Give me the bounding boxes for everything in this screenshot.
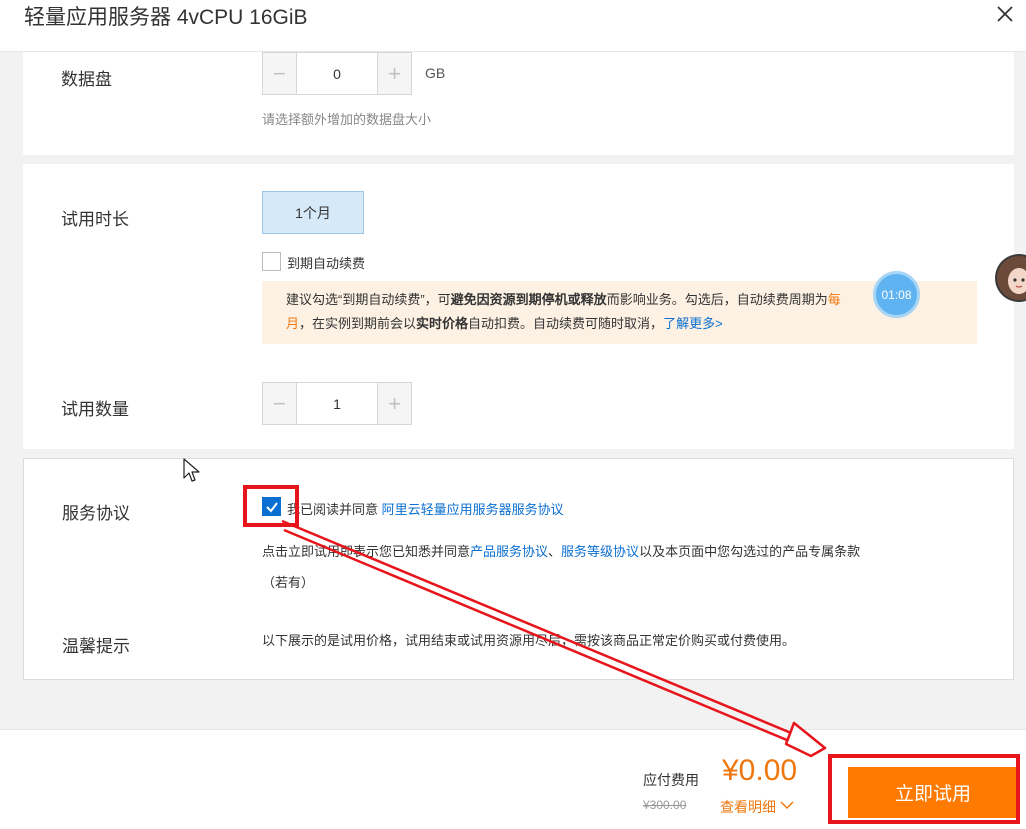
plus-icon[interactable]: + <box>377 383 411 424</box>
terms-text: 以及本页面中您勾选过的产品专属条款 <box>639 544 861 559</box>
data-disk-stepper: − + <box>262 52 412 95</box>
notice-bold: 避免因资源到期停机或释放 <box>450 292 607 307</box>
notice-text: 自动扣费。自动续费可随时取消， <box>468 316 664 331</box>
minus-icon[interactable]: − <box>263 53 297 94</box>
auto-renew-label: 到期自动续费 <box>287 256 366 271</box>
agreement-section: 服务协议 我已阅读并同意 阿里云轻量应用服务器服务协议 点击立即试用即表示您已知… <box>23 458 1014 680</box>
tips-label: 温馨提示 <box>62 637 130 656</box>
dialog-header: 轻量应用服务器 4vCPU 16GiB <box>0 0 1026 52</box>
duration-option-button[interactable]: 1个月 <box>262 191 364 234</box>
plus-icon[interactable]: + <box>377 53 411 94</box>
notice-text: 而影响业务。勾选后，自动续费周期为 <box>606 292 828 307</box>
agreement-checkbox[interactable] <box>262 497 281 516</box>
trial-section: 试用时长 1个月 到期自动续费 建议勾选“到期自动续费”，可避免因资源到期停机或… <box>23 164 1014 449</box>
notice-text: ，在实例到期前会以 <box>299 316 417 331</box>
notice-text: 建议勾选“到期自动续费”，可 <box>286 292 451 307</box>
terms-text: 点击立即试用即表示您已知悉并同意 <box>262 544 471 559</box>
view-details-label: 查看明细 <box>720 799 776 815</box>
agreement-check-text: 我已阅读并同意 <box>287 502 379 517</box>
auto-renew-notice: 建议勾选“到期自动续费”，可避免因资源到期停机或释放而影响业务。勾选后，自动续费… <box>262 281 977 344</box>
product-agreement-link[interactable]: 产品服务协议 <box>470 544 548 559</box>
auto-renew-checkbox[interactable] <box>262 252 281 271</box>
timer-badge: 01:08 <box>873 271 920 318</box>
data-disk-hint: 请选择额外增加的数据盘大小 <box>262 112 432 127</box>
tips-text: 以下展示的是试用价格，试用结束或试用资源用尽后，需按该商品正常定价购买或付费使用… <box>262 633 796 648</box>
data-disk-unit: GB <box>425 65 446 81</box>
price-value: ¥0.00 <box>722 754 798 787</box>
data-disk-section: 数据盘 − + GB 请选择额外增加的数据盘大小 <box>23 52 1014 155</box>
terms-note: （若有） <box>262 575 315 590</box>
data-disk-label: 数据盘 <box>61 70 112 89</box>
learn-more-link[interactable]: 了解更多> <box>663 316 723 331</box>
agreement-label: 服务协议 <box>62 504 130 523</box>
view-details-link[interactable]: 查看明细 <box>720 797 794 817</box>
trial-duration-label: 试用时长 <box>61 210 129 229</box>
terms-text: 、 <box>548 544 562 559</box>
mouse-cursor-icon <box>183 458 200 482</box>
trial-quantity-input[interactable] <box>297 383 377 424</box>
start-trial-button[interactable]: 立即试用 <box>848 767 1018 818</box>
check-icon <box>265 501 278 513</box>
terms-line: 点击立即试用即表示您已知悉并同意产品服务协议、服务等级协议以及本页面中您勾选过的… <box>262 541 860 560</box>
dialog-title: 轻量应用服务器 4vCPU 16GiB <box>24 6 308 29</box>
purchase-footer: 应付费用 ¥0.00 ¥300.00 查看明细 立即试用 <box>0 729 1026 829</box>
agreement-text: 我已阅读并同意 阿里云轻量应用服务器服务协议 <box>287 499 564 518</box>
data-disk-input[interactable] <box>297 53 377 94</box>
trial-quantity-label: 试用数量 <box>61 400 129 419</box>
original-price: ¥300.00 <box>643 798 687 812</box>
notice-period: 每 <box>827 292 841 307</box>
close-icon[interactable] <box>996 5 1014 23</box>
chevron-down-icon <box>780 801 794 810</box>
pay-label: 应付费用 <box>643 772 699 788</box>
trial-quantity-stepper: − + <box>262 382 412 425</box>
service-agreement-link[interactable]: 阿里云轻量应用服务器服务协议 <box>382 502 564 517</box>
minus-icon[interactable]: − <box>263 383 297 424</box>
notice-period: 月 <box>286 316 300 331</box>
sla-link[interactable]: 服务等级协议 <box>561 544 639 559</box>
notice-bold: 实时价格 <box>416 316 469 331</box>
